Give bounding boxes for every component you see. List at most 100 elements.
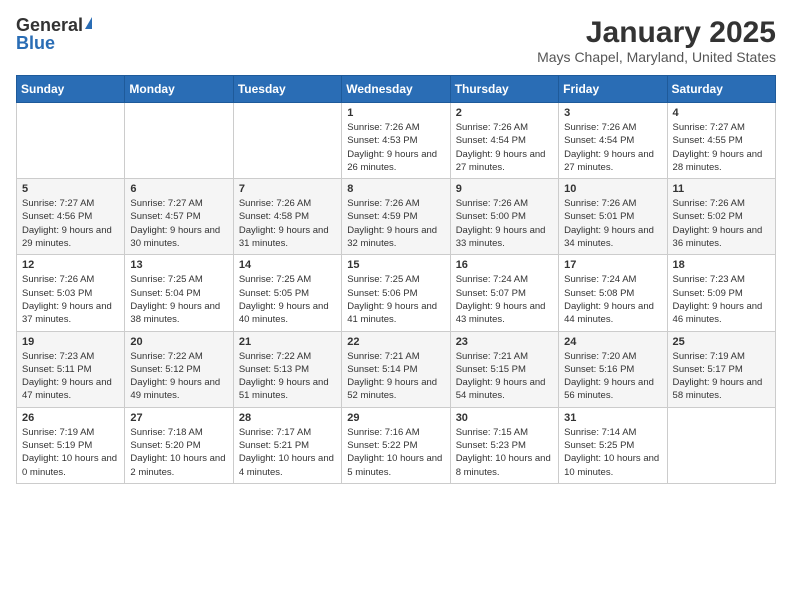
calendar-cell [233,103,341,179]
location-title: Mays Chapel, Maryland, United States [537,49,776,65]
day-info: Sunrise: 7:26 AM Sunset: 5:03 PM Dayligh… [22,273,119,326]
calendar-cell: 4Sunrise: 7:27 AM Sunset: 4:55 PM Daylig… [667,103,775,179]
day-info: Sunrise: 7:25 AM Sunset: 5:06 PM Dayligh… [347,273,444,326]
day-number: 13 [130,259,227,271]
calendar-cell: 23 Sunrise: 7:21 AM Sunset: 5:15 PM Dayli… [450,331,558,407]
calendar-cell: 5 Sunrise: 7:27 AM Sunset: 4:56 PM Daylig… [17,179,125,255]
calendar-cell: 7 Sunrise: 7:26 AM Sunset: 4:58 PM Daylig… [233,179,341,255]
day-number: 23 [456,336,553,348]
logo-arrow-icon [85,17,92,29]
day-info: Sunrise: 7:18 AM Sunset: 5:20 PM Dayligh… [130,426,227,479]
calendar-cell: 26 Sunrise: 7:19 AM Sunset: 5:19 PM Dayli… [17,407,125,483]
calendar-cell: 25 Sunrise: 7:19 AM Sunset: 5:17 PM Dayli… [667,331,775,407]
day-info: Sunrise: 7:21 AM Sunset: 5:14 PM Dayligh… [347,350,444,403]
calendar-cell: 2 Sunrise: 7:26 AM Sunset: 4:54 PM Daylig… [450,103,558,179]
calendar-cell: 1 Sunrise: 7:26 AM Sunset: 4:53 PM Daylig… [342,103,450,179]
day-number: 27 [130,412,227,424]
calendar-cell: 18 Sunrise: 7:23 AM Sunset: 5:09 PM Dayli… [667,255,775,331]
calendar-cell: 14Sunrise: 7:25 AM Sunset: 5:05 PM Dayli… [233,255,341,331]
day-info: Sunrise: 7:24 AM Sunset: 5:08 PM Dayligh… [564,273,661,326]
day-info: Sunrise: 7:22 AM Sunset: 5:13 PM Dayligh… [239,350,336,403]
calendar-cell: 12Sunrise: 7:26 AM Sunset: 5:03 PM Dayli… [17,255,125,331]
day-info: Sunrise: 7:26 AM Sunset: 5:02 PM Dayligh… [673,197,770,250]
day-info: Sunrise: 7:25 AM Sunset: 5:04 PM Dayligh… [130,273,227,326]
day-info: Sunrise: 7:26 AM Sunset: 4:58 PM Dayligh… [239,197,336,250]
calendar-cell: 9Sunrise: 7:26 AM Sunset: 5:00 PM Daylig… [450,179,558,255]
day-number: 22 [347,336,444,348]
calendar-cell: 17 Sunrise: 7:24 AM Sunset: 5:08 PM Dayli… [559,255,667,331]
calendar-cell: 22 Sunrise: 7:21 AM Sunset: 5:14 PM Dayli… [342,331,450,407]
day-number: 25 [673,336,770,348]
day-info: Sunrise: 7:26 AM Sunset: 4:54 PM Dayligh… [564,121,661,174]
day-info: Sunrise: 7:27 AM Sunset: 4:57 PM Dayligh… [130,197,227,250]
week-row-5: 26 Sunrise: 7:19 AM Sunset: 5:19 PM Dayli… [17,407,776,483]
week-row-4: 19Sunrise: 7:23 AM Sunset: 5:11 PM Dayli… [17,331,776,407]
weekday-header-friday: Friday [559,76,667,103]
weekday-header-thursday: Thursday [450,76,558,103]
calendar-cell: 31Sunrise: 7:14 AM Sunset: 5:25 PM Dayli… [559,407,667,483]
day-number: 29 [347,412,444,424]
calendar-cell: 6 Sunrise: 7:27 AM Sunset: 4:57 PM Daylig… [125,179,233,255]
day-number: 17 [564,259,661,271]
calendar-cell: 13 Sunrise: 7:25 AM Sunset: 5:04 PM Dayli… [125,255,233,331]
logo-general: General [16,16,83,34]
day-info: Sunrise: 7:27 AM Sunset: 4:55 PM Dayligh… [673,121,770,174]
day-info: Sunrise: 7:23 AM Sunset: 5:11 PM Dayligh… [22,350,119,403]
weekday-header-wednesday: Wednesday [342,76,450,103]
day-number: 15 [347,259,444,271]
day-info: Sunrise: 7:23 AM Sunset: 5:09 PM Dayligh… [673,273,770,326]
title-section: January 2025 Mays Chapel, Maryland, Unit… [537,16,776,65]
logo: General Blue [16,16,92,52]
calendar-cell: 10Sunrise: 7:26 AM Sunset: 5:01 PM Dayli… [559,179,667,255]
calendar-cell: 24 Sunrise: 7:20 AM Sunset: 5:16 PM Dayli… [559,331,667,407]
week-row-3: 12Sunrise: 7:26 AM Sunset: 5:03 PM Dayli… [17,255,776,331]
day-number: 14 [239,259,336,271]
day-info: Sunrise: 7:16 AM Sunset: 5:22 PM Dayligh… [347,426,444,479]
day-number: 8 [347,183,444,195]
calendar-cell [667,407,775,483]
day-info: Sunrise: 7:26 AM Sunset: 4:53 PM Dayligh… [347,121,444,174]
calendar-cell: 3 Sunrise: 7:26 AM Sunset: 4:54 PM Daylig… [559,103,667,179]
weekday-header-row: SundayMondayTuesdayWednesdayThursdayFrid… [17,76,776,103]
day-info: Sunrise: 7:19 AM Sunset: 5:19 PM Dayligh… [22,426,119,479]
day-number: 20 [130,336,227,348]
day-info: Sunrise: 7:24 AM Sunset: 5:07 PM Dayligh… [456,273,553,326]
day-number: 31 [564,412,661,424]
day-info: Sunrise: 7:19 AM Sunset: 5:17 PM Dayligh… [673,350,770,403]
day-number: 3 [564,107,661,119]
calendar-cell: 28Sunrise: 7:17 AM Sunset: 5:21 PM Dayli… [233,407,341,483]
day-info: Sunrise: 7:27 AM Sunset: 4:56 PM Dayligh… [22,197,119,250]
day-number: 16 [456,259,553,271]
calendar-cell [17,103,125,179]
day-number: 6 [130,183,227,195]
weekday-header-sunday: Sunday [17,76,125,103]
day-number: 26 [22,412,119,424]
week-row-1: 1 Sunrise: 7:26 AM Sunset: 4:53 PM Daylig… [17,103,776,179]
calendar-cell: 21Sunrise: 7:22 AM Sunset: 5:13 PM Dayli… [233,331,341,407]
page-header: General Blue January 2025 Mays Chapel, M… [16,16,776,65]
day-number: 24 [564,336,661,348]
weekday-header-monday: Monday [125,76,233,103]
calendar-table: SundayMondayTuesdayWednesdayThursdayFrid… [16,75,776,484]
day-number: 2 [456,107,553,119]
day-number: 5 [22,183,119,195]
day-info: Sunrise: 7:20 AM Sunset: 5:16 PM Dayligh… [564,350,661,403]
day-info: Sunrise: 7:26 AM Sunset: 5:01 PM Dayligh… [564,197,661,250]
day-number: 18 [673,259,770,271]
day-number: 30 [456,412,553,424]
month-title: January 2025 [537,16,776,49]
calendar-cell [125,103,233,179]
day-info: Sunrise: 7:22 AM Sunset: 5:12 PM Dayligh… [130,350,227,403]
day-number: 7 [239,183,336,195]
calendar-cell: 20 Sunrise: 7:22 AM Sunset: 5:12 PM Dayli… [125,331,233,407]
weekday-header-saturday: Saturday [667,76,775,103]
day-info: Sunrise: 7:26 AM Sunset: 4:54 PM Dayligh… [456,121,553,174]
calendar-cell: 11Sunrise: 7:26 AM Sunset: 5:02 PM Dayli… [667,179,775,255]
day-number: 1 [347,107,444,119]
day-info: Sunrise: 7:21 AM Sunset: 5:15 PM Dayligh… [456,350,553,403]
calendar-cell: 27 Sunrise: 7:18 AM Sunset: 5:20 PM Dayli… [125,407,233,483]
day-info: Sunrise: 7:26 AM Sunset: 4:59 PM Dayligh… [347,197,444,250]
calendar-cell: 15 Sunrise: 7:25 AM Sunset: 5:06 PM Dayli… [342,255,450,331]
day-number: 28 [239,412,336,424]
calendar-cell: 8 Sunrise: 7:26 AM Sunset: 4:59 PM Daylig… [342,179,450,255]
